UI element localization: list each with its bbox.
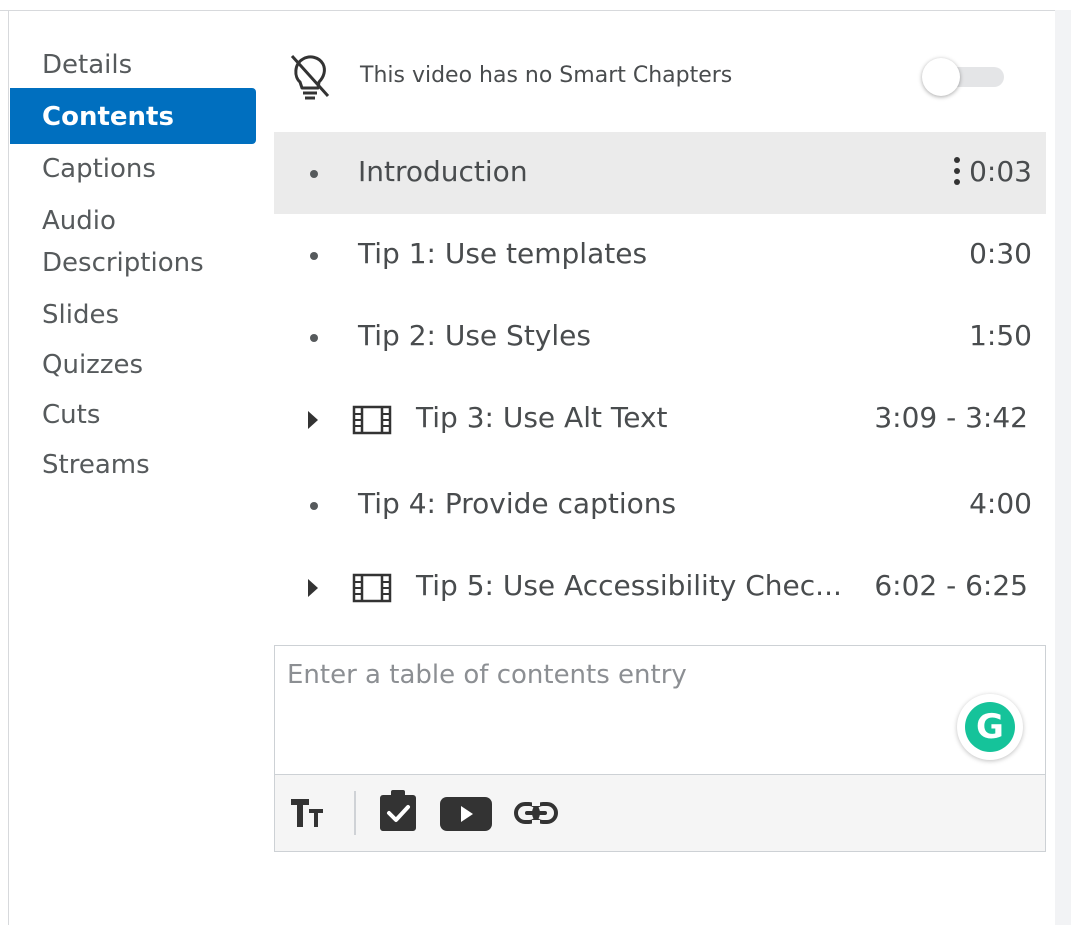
- chapter-row[interactable]: Tip 1: Use templates 0:30: [274, 214, 1046, 296]
- chapter-title: Tip 3: Use Alt Text: [416, 401, 668, 434]
- bullet-icon: [310, 170, 318, 178]
- chapter-title: Tip 2: Use Styles: [358, 319, 591, 352]
- sidebar-nav: Details Contents Captions Audio Descript…: [10, 40, 256, 490]
- smart-chapters-toggle[interactable]: [922, 58, 1006, 96]
- expand-caret-icon[interactable]: [308, 411, 318, 429]
- sidebar-item-quizzes[interactable]: Quizzes: [10, 340, 256, 390]
- toc-entry-editor[interactable]: Enter a table of contents entry G: [274, 645, 1046, 852]
- quiz-icon[interactable]: [377, 789, 419, 833]
- video-icon[interactable]: [438, 793, 494, 833]
- sidebar-item-captions[interactable]: Captions: [10, 144, 256, 194]
- film-strip-icon: [352, 573, 392, 603]
- sidebar-item-slides[interactable]: Slides: [10, 290, 256, 340]
- sidebar-item-streams[interactable]: Streams: [10, 440, 256, 490]
- bullet-icon: [310, 502, 318, 510]
- scrollbar-track[interactable]: [1055, 10, 1071, 925]
- grammarly-button[interactable]: G: [957, 694, 1023, 760]
- sidebar-item-contents[interactable]: Contents: [10, 88, 256, 144]
- chapter-title: Tip 4: Provide captions: [358, 487, 677, 520]
- panel-left-border: [8, 10, 9, 925]
- sidebar-item-cuts[interactable]: Cuts: [10, 390, 256, 440]
- panel-top-border: [0, 10, 1055, 11]
- sidebar-item-audio-descriptions[interactable]: Audio Descriptions: [10, 194, 256, 290]
- chapter-row[interactable]: Tip 2: Use Styles 1:50: [274, 296, 1046, 378]
- chapter-title: Tip 1: Use templates: [358, 237, 648, 270]
- chapters-list: Introduction 0:03 Tip 1: Use templates 0…: [274, 132, 1046, 632]
- chapter-time: 6:02 - 6:25: [874, 569, 1028, 602]
- bullet-icon: [310, 252, 318, 260]
- toc-entry-placeholder: Enter a table of contents entry: [287, 660, 687, 690]
- smart-chapters-row: This video has no Smart Chapters: [288, 50, 1018, 105]
- chapter-row[interactable]: Tip 3: Use Alt Text 3:09 - 3:42: [274, 378, 1046, 464]
- expand-caret-icon[interactable]: [308, 579, 318, 597]
- more-options-icon[interactable]: [952, 157, 962, 191]
- chapter-row[interactable]: Tip 5: Use Accessibility Chec... 6:02 - …: [274, 546, 1046, 632]
- smart-chapters-message: This video has no Smart Chapters: [360, 63, 733, 88]
- chapter-title: Introduction: [358, 155, 528, 188]
- chapter-time: 0:03: [969, 155, 1032, 188]
- toggle-knob: [922, 58, 960, 96]
- chapter-time: 1:50: [969, 319, 1032, 352]
- editor-toolbar: [275, 774, 1045, 851]
- chapter-time: 3:09 - 3:42: [874, 401, 1028, 434]
- chapter-row[interactable]: Introduction 0:03: [274, 132, 1046, 214]
- chapter-title: Tip 5: Use Accessibility Chec...: [416, 569, 842, 602]
- toolbar-divider: [354, 791, 356, 835]
- film-strip-icon: [352, 405, 392, 435]
- link-icon[interactable]: [513, 793, 559, 833]
- chapter-time: 4:00: [969, 487, 1032, 520]
- bullet-icon: [310, 334, 318, 342]
- text-style-icon[interactable]: [289, 793, 333, 833]
- lightbulb-off-icon: [290, 54, 330, 100]
- chapter-row[interactable]: Tip 4: Provide captions 4:00: [274, 464, 1046, 546]
- chapter-time: 0:30: [969, 237, 1032, 270]
- sidebar-item-details[interactable]: Details: [10, 40, 256, 90]
- grammarly-icon: G: [965, 702, 1015, 752]
